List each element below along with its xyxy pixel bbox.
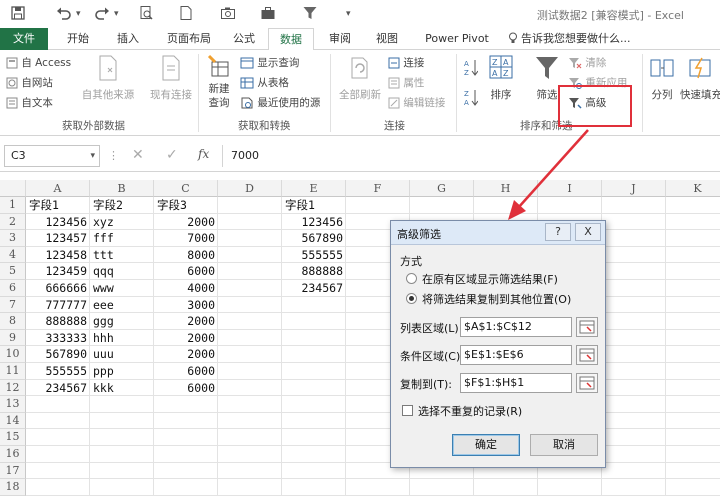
dialog-title: 高级筛选 xyxy=(397,228,441,241)
radio-copy-to-location[interactable] xyxy=(406,293,417,304)
range-select-icon xyxy=(577,374,597,392)
method-label: 方式 xyxy=(400,255,422,268)
advanced-filter-dialog: 高级筛选 ? X 方式 在原有区域显示筛选结果(F) 将筛选结果复制到其他位置(… xyxy=(390,220,606,468)
list-range-input[interactable]: $A$1:$C$12 xyxy=(460,317,572,337)
radio-filter-in-place-label[interactable]: 在原有区域显示筛选结果(F) xyxy=(422,271,558,287)
range-select-icon xyxy=(577,318,597,336)
ok-button[interactable]: 确定 xyxy=(452,434,520,456)
help-button[interactable]: ? xyxy=(545,223,571,241)
list-range-collapse-button[interactable] xyxy=(576,317,598,337)
dialog-body: 方式 在原有区域显示筛选结果(F) 将筛选结果复制到其他位置(O) 列表区域(L… xyxy=(396,249,600,461)
annotation-arrow xyxy=(508,129,589,220)
criteria-range-label: 条件区域(C): xyxy=(400,350,464,363)
criteria-range-collapse-button[interactable] xyxy=(576,345,598,365)
copy-to-collapse-button[interactable] xyxy=(576,373,598,393)
unique-records-label[interactable]: 选择不重复的记录(R) xyxy=(418,403,522,419)
radio-filter-in-place[interactable] xyxy=(406,273,417,284)
copy-to-input[interactable]: $F$1:$H$1 xyxy=(460,373,572,393)
radio-copy-to-location-label[interactable]: 将筛选结果复制到其他位置(O) xyxy=(422,291,571,307)
unique-records-checkbox[interactable] xyxy=(402,405,413,416)
close-button[interactable]: X xyxy=(575,223,601,241)
criteria-range-input[interactable]: $E$1:$E$6 xyxy=(460,345,572,365)
range-select-icon xyxy=(577,346,597,364)
copy-to-label: 复制到(T): xyxy=(400,378,453,391)
list-range-label: 列表区域(L): xyxy=(400,322,463,335)
cancel-button[interactable]: 取消 xyxy=(530,434,598,456)
dialog-title-bar: 高级筛选 ? X xyxy=(391,221,605,245)
